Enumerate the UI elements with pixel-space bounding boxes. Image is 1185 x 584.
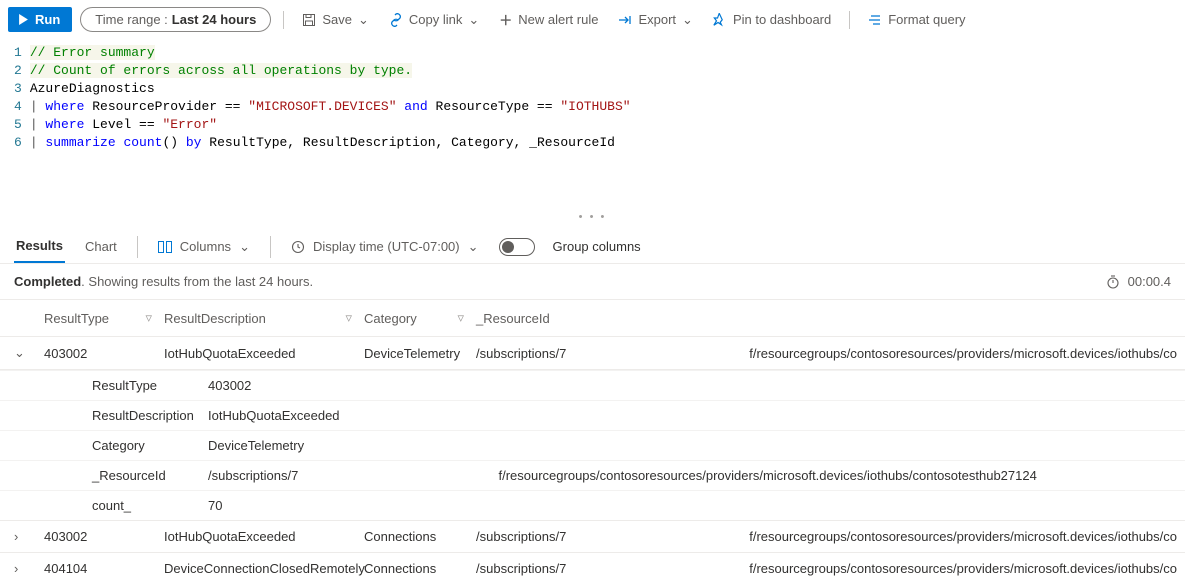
stopwatch-icon bbox=[1106, 275, 1120, 289]
chevron-down-icon: ⌄ bbox=[682, 12, 693, 28]
code-area[interactable]: // Error summary // Count of errors acro… bbox=[30, 44, 1185, 152]
new-alert-rule-button[interactable]: ＋ New alert rule bbox=[493, 6, 604, 33]
code-ident: AzureDiagnostics bbox=[30, 81, 155, 96]
chevron-down-icon: ⌄ bbox=[468, 239, 479, 255]
col-header[interactable]: Category▿ bbox=[364, 310, 476, 326]
columns-button[interactable]: Columns ⌄ bbox=[156, 235, 252, 259]
toolbar-divider bbox=[137, 236, 138, 258]
grid-header: ResultType▿ ResultDescription▿ Category▿… bbox=[0, 300, 1185, 336]
time-range-value: Last 24 hours bbox=[172, 12, 257, 27]
row-expander[interactable]: › bbox=[8, 561, 44, 576]
table-row[interactable]: › 404104 DeviceConnectionClosedRemotely … bbox=[0, 552, 1185, 584]
filter-icon[interactable]: ▿ bbox=[457, 310, 464, 326]
chevron-down-icon: ⌄ bbox=[239, 239, 250, 255]
filter-icon[interactable]: ▿ bbox=[145, 310, 152, 326]
toolbar-divider bbox=[270, 236, 271, 258]
results-grid: ResultType▿ ResultDescription▿ Category▿… bbox=[0, 300, 1185, 584]
resize-handle[interactable]: • • • bbox=[0, 212, 1185, 226]
filter-icon[interactable]: ▿ bbox=[345, 310, 352, 326]
table-row[interactable]: › 403002 IotHubQuotaExceeded Connections… bbox=[0, 520, 1185, 552]
time-range-label: Time range : bbox=[95, 12, 168, 27]
clock-icon bbox=[291, 240, 305, 254]
display-time-label: Display time (UTC-07:00) bbox=[313, 239, 460, 254]
col-header[interactable]: ResultDescription▿ bbox=[164, 310, 364, 326]
new-alert-label: New alert rule bbox=[518, 12, 598, 27]
plus-icon: ＋ bbox=[499, 10, 512, 29]
format-query-button[interactable]: Format query bbox=[862, 8, 971, 31]
format-label: Format query bbox=[888, 12, 965, 27]
chevron-down-icon: ⌄ bbox=[358, 12, 369, 28]
group-columns-toggle[interactable] bbox=[499, 238, 535, 256]
code-comment: // Error summary bbox=[30, 45, 155, 60]
save-label: Save bbox=[322, 12, 352, 27]
status-row: Completed. Showing results from the last… bbox=[0, 264, 1185, 300]
tab-chart[interactable]: Chart bbox=[83, 231, 119, 262]
code-comment: // Count of errors across all operations… bbox=[30, 63, 412, 78]
table-row[interactable]: ⌄ 403002 IotHubQuotaExceeded DeviceTelem… bbox=[0, 336, 1185, 369]
export-label: Export bbox=[638, 12, 676, 27]
toolbar-divider bbox=[283, 11, 284, 29]
col-header[interactable]: _ResourceId bbox=[476, 311, 1177, 326]
save-icon bbox=[302, 13, 316, 27]
time-range-picker[interactable]: Time range : Last 24 hours bbox=[80, 7, 271, 32]
query-toolbar: Run Time range : Last 24 hours Save ⌄ Co… bbox=[0, 0, 1185, 40]
copy-link-label: Copy link bbox=[409, 12, 462, 27]
status-detail: . Showing results from the last 24 hours… bbox=[81, 274, 313, 289]
columns-label: Columns bbox=[180, 239, 231, 254]
format-icon bbox=[868, 14, 882, 26]
export-icon bbox=[618, 14, 632, 26]
status-completed: Completed bbox=[14, 274, 81, 289]
line-gutter: 123456 bbox=[0, 44, 30, 152]
run-button[interactable]: Run bbox=[8, 7, 72, 32]
save-button[interactable]: Save ⌄ bbox=[296, 8, 375, 32]
link-icon bbox=[389, 13, 403, 27]
toolbar-divider bbox=[849, 11, 850, 29]
elapsed-time: 00:00.4 bbox=[1128, 274, 1171, 289]
col-header[interactable]: ResultType▿ bbox=[44, 310, 164, 326]
pin-icon bbox=[713, 13, 727, 27]
pin-label: Pin to dashboard bbox=[733, 12, 831, 27]
group-columns-label: Group columns bbox=[553, 239, 641, 254]
row-detail: ResultType403002 ResultDescriptionIotHub… bbox=[0, 369, 1185, 520]
play-icon bbox=[18, 14, 29, 25]
display-time-button[interactable]: Display time (UTC-07:00) ⌄ bbox=[289, 235, 481, 259]
columns-icon bbox=[158, 241, 172, 253]
run-label: Run bbox=[35, 12, 60, 27]
results-toolbar: Results Chart Columns ⌄ Display time (UT… bbox=[0, 226, 1185, 264]
export-button[interactable]: Export ⌄ bbox=[612, 8, 698, 32]
row-expander[interactable]: ⌄ bbox=[8, 345, 44, 361]
row-expander[interactable]: › bbox=[8, 529, 44, 544]
query-editor[interactable]: 123456 // Error summary // Count of erro… bbox=[0, 40, 1185, 212]
pin-button[interactable]: Pin to dashboard bbox=[707, 8, 837, 31]
tab-results[interactable]: Results bbox=[14, 230, 65, 263]
copy-link-button[interactable]: Copy link ⌄ bbox=[383, 8, 485, 32]
chevron-down-icon: ⌄ bbox=[468, 12, 479, 28]
